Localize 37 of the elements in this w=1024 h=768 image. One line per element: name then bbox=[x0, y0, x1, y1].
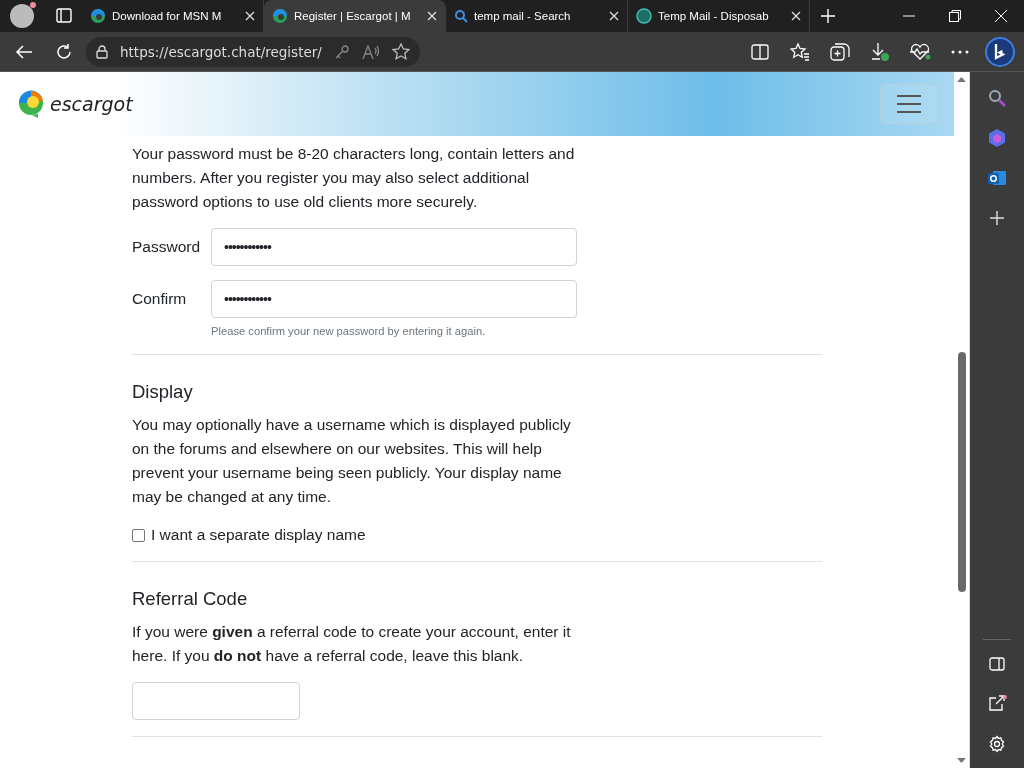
field-label: Password bbox=[132, 237, 202, 257]
address-bar[interactable]: https://escargot.chat/register/ bbox=[86, 36, 420, 67]
field-label: Confirm bbox=[132, 289, 188, 309]
profile-avatar[interactable] bbox=[10, 4, 34, 28]
referral-code-field[interactable] bbox=[132, 682, 300, 720]
browser-logo-icon bbox=[90, 8, 106, 24]
copilot-icon[interactable] bbox=[982, 36, 1018, 67]
logo-text: escargot bbox=[50, 93, 133, 115]
password-field[interactable]: •••••••••••• bbox=[211, 228, 577, 266]
menu-button[interactable] bbox=[880, 84, 939, 124]
browser-logo-icon bbox=[272, 8, 288, 24]
star-icon[interactable] bbox=[392, 42, 410, 61]
close-icon[interactable] bbox=[245, 11, 255, 21]
section-heading: Referral Code bbox=[132, 587, 249, 611]
password-field[interactable]: •••••••••••• bbox=[211, 280, 577, 318]
referral-description: If you were given a referral code to create your account, enter it here. If you do not have a referral code, leave this blank. bbox=[132, 622, 572, 666]
scroll-down-icon[interactable] bbox=[957, 758, 967, 764]
checkbox-label[interactable]: I want a separate display name bbox=[151, 523, 366, 547]
section-heading: Display bbox=[132, 380, 194, 404]
close-icon[interactable] bbox=[791, 11, 801, 21]
close-icon[interactable] bbox=[609, 11, 619, 21]
password-instructions: Your password must be 8-20 characters long, contain letters and numbers. After you register you may also select additional password options to use old clients more securely. bbox=[132, 144, 576, 212]
logo-icon bbox=[18, 89, 44, 119]
help-text: Please confirm your new password by entering it again. bbox=[211, 324, 487, 339]
scrollbar-thumb[interactable] bbox=[958, 352, 967, 592]
key-icon[interactable] bbox=[334, 43, 350, 60]
search-icon bbox=[454, 9, 468, 23]
read-aloud-icon[interactable] bbox=[362, 43, 380, 60]
menu-icon bbox=[896, 94, 923, 114]
scrollbar[interactable] bbox=[954, 72, 971, 768]
site-logo-icon bbox=[636, 8, 652, 24]
display-description: You may optionally have a username which is displayed publicly on the forums and elsewhere on our websites. This will help prevent your username being seen publicly. Your display name may be changed at any time. bbox=[132, 415, 572, 507]
browser-tab[interactable]: Register | Escargot | M bbox=[264, 0, 446, 32]
lock-icon bbox=[96, 44, 108, 59]
checkbox[interactable] bbox=[132, 528, 145, 542]
scroll-up-icon[interactable] bbox=[957, 76, 967, 82]
close-icon[interactable] bbox=[427, 11, 437, 21]
